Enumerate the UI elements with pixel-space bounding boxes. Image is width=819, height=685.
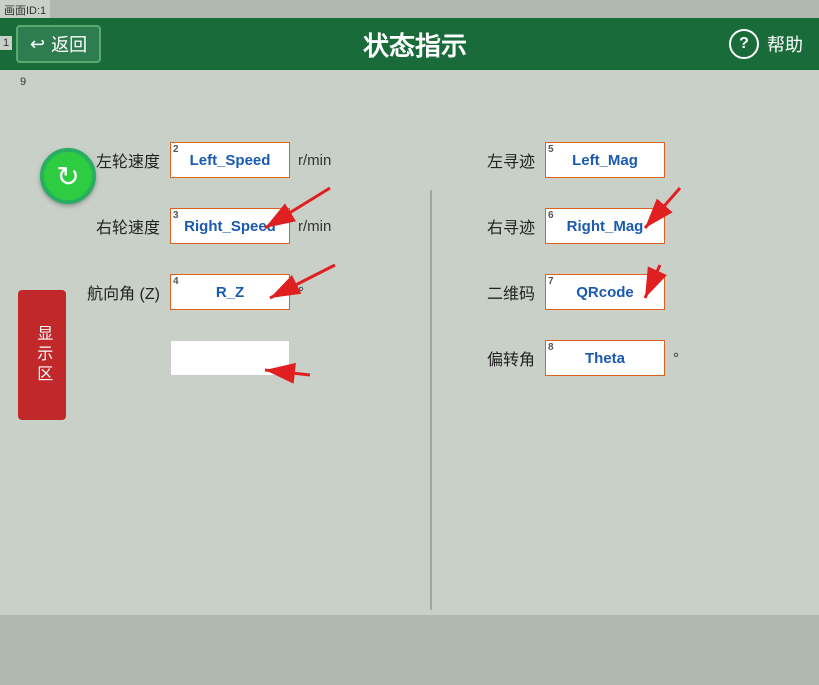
empty-box [170,340,290,376]
right-mag-box[interactable]: 6 Right_Mag [545,208,665,244]
theta-unit: ° [673,350,679,367]
qrcode-num: 7 [548,276,554,287]
main-content: 9 ↻ 显示区 左轮速度 2 Left_Speed r/min 右轮速度 3 R… [0,70,819,615]
right-speed-value: Right_Speed [184,218,276,235]
left-speed-label: 左轮速度 [80,148,170,172]
heading-unit: ° [298,284,304,301]
heading-value: R_Z [216,284,244,301]
right-column: 左寻迹 5 Left_Mag 右寻迹 6 Right_Mag 二维码 7 QRc… [455,142,785,406]
left-mag-num: 5 [548,144,554,155]
left-mag-box[interactable]: 5 Left_Mag [545,142,665,178]
header-badge: 1 [0,36,12,50]
right-speed-label: 右轮速度 [80,214,170,238]
empty-row [80,340,440,376]
qrcode-box[interactable]: 7 QRcode [545,274,665,310]
qrcode-label: 二维码 [455,280,545,304]
qrcode-row: 二维码 7 QRcode [455,274,785,310]
display-zone-label: 显示区 [18,290,66,420]
clock-icon: ↻ [56,160,79,193]
left-speed-value: Left_Speed [190,152,271,169]
clock-badge: 9 [20,76,26,88]
heading-label: 航向角 (Z) [80,280,170,304]
back-icon: ↩ [30,34,45,55]
theta-box[interactable]: 8 Theta [545,340,665,376]
help-button[interactable]: ? 帮助 [729,29,803,59]
right-speed-unit: r/min [298,218,331,235]
left-mag-value: Left_Mag [572,152,638,169]
right-mag-num: 6 [548,210,554,221]
theta-label: 偏转角 [455,346,545,370]
left-speed-row: 左轮速度 2 Left_Speed r/min [80,142,440,178]
right-speed-row: 右轮速度 3 Right_Speed r/min [80,208,440,244]
left-mag-row: 左寻迹 5 Left_Mag [455,142,785,178]
column-divider [430,190,432,610]
left-column: 左轮速度 2 Left_Speed r/min 右轮速度 3 Right_Spe… [80,142,440,406]
theta-value: Theta [585,350,625,367]
heading-num: 4 [173,276,179,287]
left-speed-box[interactable]: 2 Left_Speed [170,142,290,178]
page-title: 状态指示 [101,26,729,63]
right-speed-box[interactable]: 3 Right_Speed [170,208,290,244]
header: 1 ↩ 返回 状态指示 ? 帮助 [0,18,819,70]
back-label: 返回 [51,31,87,57]
theta-num: 8 [548,342,554,353]
left-speed-unit: r/min [298,152,331,169]
right-mag-label: 右寻迹 [455,214,545,238]
right-speed-num: 3 [173,210,179,221]
right-mag-value: Right_Mag [567,218,644,235]
heading-row: 航向角 (Z) 4 R_Z ° [80,274,440,310]
help-icon: ? [729,29,759,59]
heading-box[interactable]: 4 R_Z [170,274,290,310]
back-button[interactable]: ↩ 返回 [16,25,101,63]
right-mag-row: 右寻迹 6 Right_Mag [455,208,785,244]
left-speed-num: 2 [173,144,179,155]
qrcode-value: QRcode [576,284,634,301]
theta-row: 偏转角 8 Theta ° [455,340,785,376]
left-mag-label: 左寻迹 [455,148,545,172]
help-label: 帮助 [767,31,803,57]
screen-id-label: 画面ID:1 [0,0,50,20]
